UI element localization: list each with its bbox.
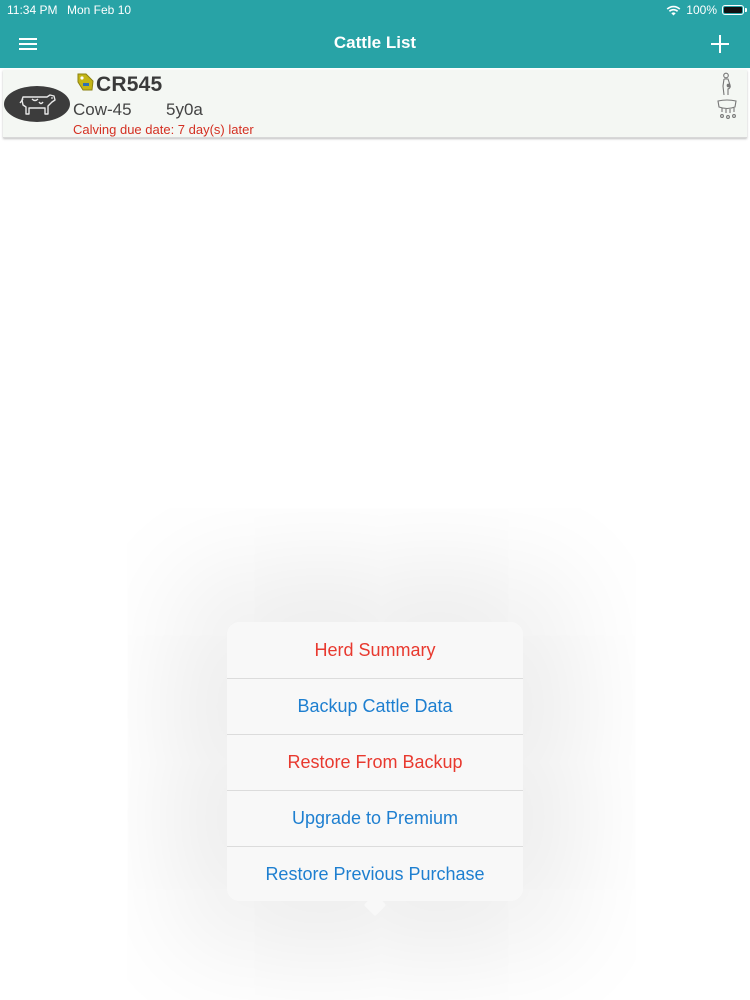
cow-icon — [19, 94, 56, 115]
cattle-id: CR545 — [96, 73, 163, 96]
battery-percentage: 100% — [686, 3, 717, 17]
backup-cattle-data-button[interactable]: Backup Cattle Data — [227, 678, 523, 734]
status-time: 11:34 PM — [7, 3, 58, 17]
add-cattle-button[interactable] — [710, 34, 730, 54]
restore-previous-purchase-button[interactable]: Restore Previous Purchase — [227, 846, 523, 902]
calving-due-note: Calving due date: 7 day(s) later — [73, 122, 254, 137]
milking-icon — [717, 99, 737, 119]
navigation-bar: 11:34 PM Mon Feb 10 100% Cattle List — [0, 0, 750, 68]
cattle-avatar — [4, 86, 70, 122]
cattle-name: Cow-45 — [73, 100, 132, 119]
options-popover: Herd Summary Backup Cattle Data Restore … — [227, 622, 523, 917]
cattle-list-row[interactable]: CR545 Cow-45 5y0a Calving due date: 7 da… — [3, 70, 747, 138]
status-date: Mon Feb 10 — [67, 3, 132, 17]
wifi-icon — [666, 5, 681, 15]
pregnant-icon — [722, 72, 731, 96]
herd-summary-button[interactable]: Herd Summary — [227, 622, 523, 678]
cattle-age: 5y0a — [166, 100, 203, 119]
ear-tag-icon — [77, 73, 94, 91]
plus-icon — [711, 35, 729, 53]
restore-from-backup-button[interactable]: Restore From Backup — [227, 734, 523, 790]
page-title: Cattle List — [333, 33, 417, 52]
battery-icon — [722, 5, 747, 15]
upgrade-to-premium-button[interactable]: Upgrade to Premium — [227, 790, 523, 846]
screen: 11:34 PM Mon Feb 10 100% Cattle List CR5… — [0, 0, 750, 1000]
status-indicators: 100% — [666, 2, 747, 18]
